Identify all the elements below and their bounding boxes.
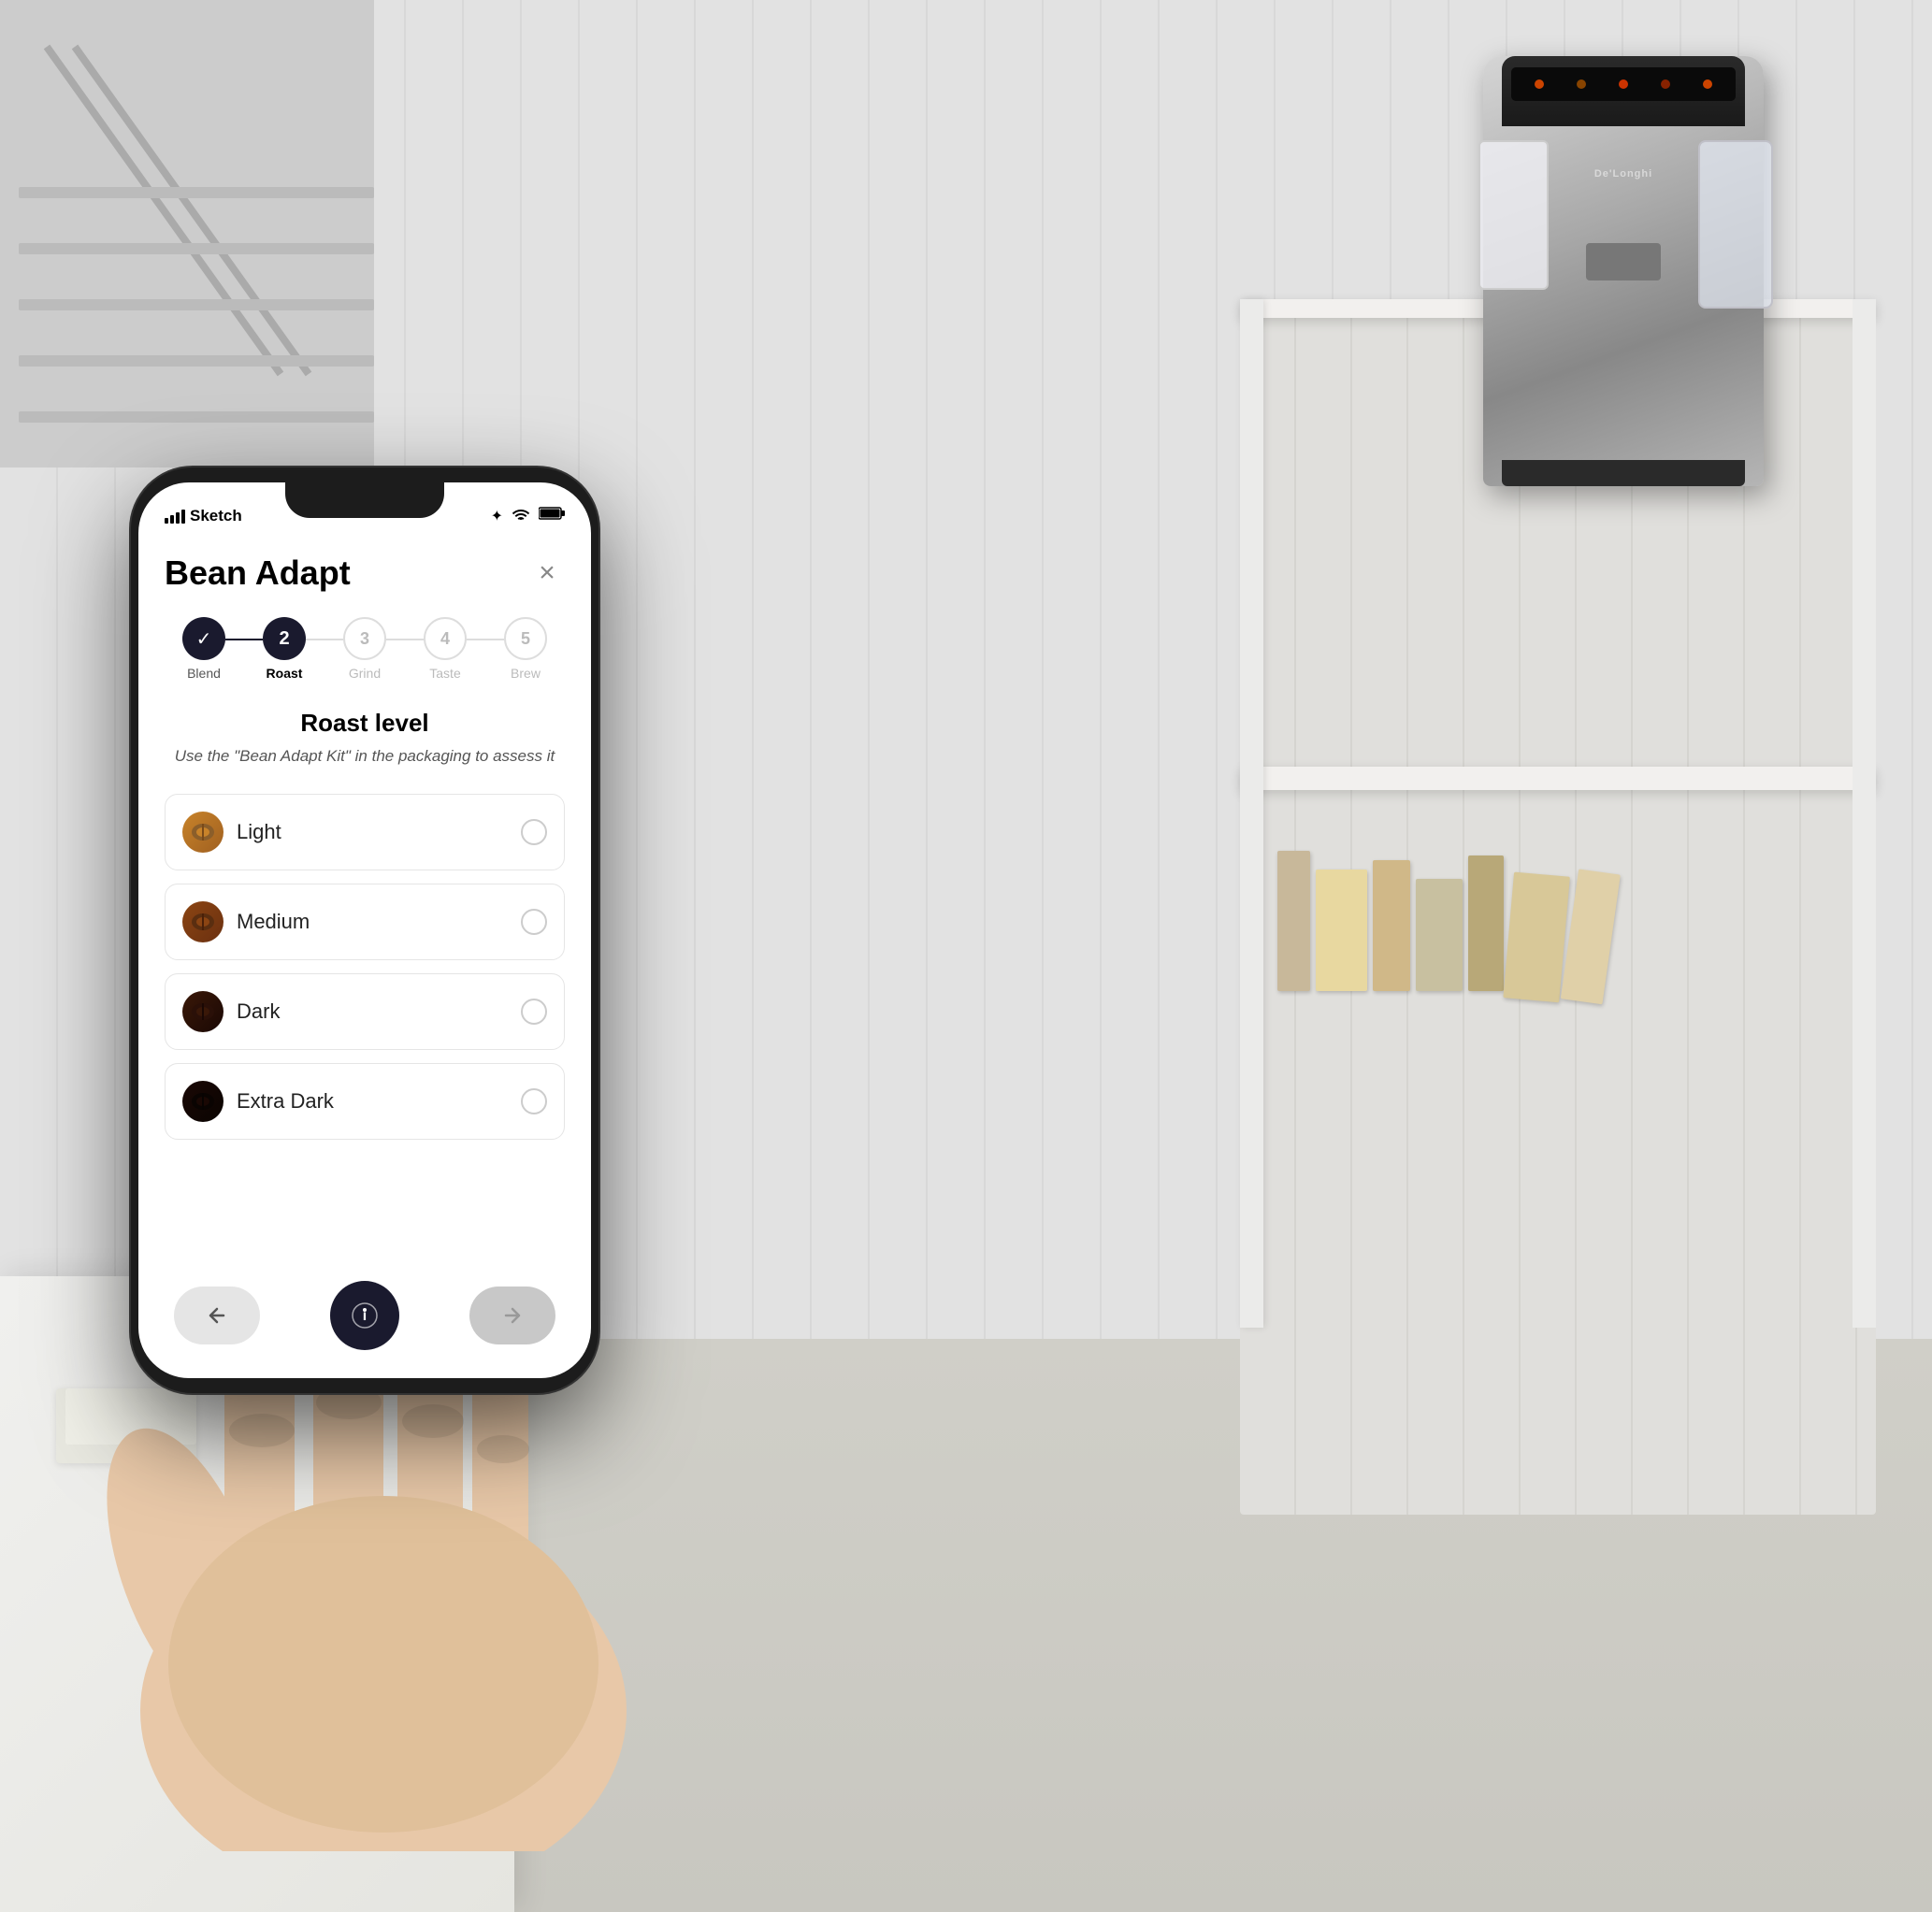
background-scene: De'Longhi <box>0 0 1932 1912</box>
step-label-blend: Blend <box>187 666 221 681</box>
step-number-taste: 4 <box>440 629 450 649</box>
status-right: ✦ <box>491 506 565 525</box>
roast-option-dark[interactable]: Dark <box>165 973 565 1050</box>
bottom-nav: i <box>138 1281 591 1350</box>
step-label-taste: Taste <box>429 666 460 681</box>
roast-option-left-light: Light <box>182 812 281 853</box>
step-label-brew: Brew <box>511 666 541 681</box>
radio-light[interactable] <box>521 819 547 845</box>
steps-container: ✓ Blend 2 Roast <box>165 617 565 681</box>
signal-bars <box>165 510 185 524</box>
step-check-icon: ✓ <box>196 627 212 651</box>
step-number-grind: 3 <box>360 629 369 649</box>
wifi-icon <box>511 506 531 525</box>
roast-icon-light <box>182 812 223 853</box>
step-blend: ✓ Blend <box>182 617 225 681</box>
roast-option-medium[interactable]: Medium <box>165 884 565 960</box>
coffee-machine: De'Longhi <box>1483 56 1764 486</box>
info-icon: i <box>352 1302 378 1329</box>
phone-frame: Sketch ✦ <box>131 467 598 1393</box>
app-content: Bean Adapt × ✓ Blend <box>138 533 591 1378</box>
roast-name-extra-dark: Extra Dark <box>237 1089 334 1114</box>
book <box>1277 851 1310 991</box>
bluetooth-icon: ✦ <box>491 507 503 525</box>
book <box>1561 869 1621 1004</box>
phone-screen: Sketch ✦ <box>138 482 591 1378</box>
step-circle-grind: 3 <box>343 617 386 660</box>
radio-dark[interactable] <box>521 999 547 1025</box>
step-circle-taste: 4 <box>424 617 467 660</box>
back-button[interactable] <box>174 1287 260 1344</box>
step-number-roast: 2 <box>279 628 289 650</box>
shelf-board-mid <box>1240 767 1876 790</box>
roast-option-left-dark: Dark <box>182 991 280 1032</box>
step-connector-3 <box>386 639 424 640</box>
radio-extra-dark[interactable] <box>521 1088 547 1114</box>
section-subtitle-container: Use the "Bean Adapt Kit" in the packagin… <box>165 745 565 768</box>
close-button[interactable]: × <box>529 555 565 591</box>
carrier-label: Sketch <box>190 507 242 525</box>
roast-option-left-medium: Medium <box>182 901 310 942</box>
book <box>1503 872 1570 1003</box>
app-header: Bean Adapt × <box>165 553 565 593</box>
hand-phone-container: Sketch ✦ <box>75 467 692 1851</box>
roast-name-dark: Dark <box>237 999 280 1024</box>
roast-name-light: Light <box>237 820 281 844</box>
app-title: Bean Adapt <box>165 553 351 593</box>
info-button[interactable]: i <box>330 1281 399 1350</box>
signal-bar-1 <box>165 518 168 524</box>
step-number-brew: 5 <box>521 629 530 649</box>
shelf-side-right <box>1853 299 1876 1328</box>
step-connector-2 <box>306 639 343 640</box>
step-brew: 5 Brew <box>504 617 547 681</box>
step-circle-brew: 5 <box>504 617 547 660</box>
step-circle-blend: ✓ <box>182 617 225 660</box>
section-title-container: Roast level <box>165 709 565 738</box>
step-grind: 3 Grind <box>343 617 386 681</box>
next-button[interactable] <box>469 1287 555 1344</box>
roast-option-left-extra-dark: Extra Dark <box>182 1081 334 1122</box>
shelf-side-left <box>1240 299 1263 1328</box>
book <box>1416 879 1463 991</box>
step-roast: 2 Roast <box>263 617 306 681</box>
roast-icon-medium <box>182 901 223 942</box>
battery-icon <box>539 507 565 525</box>
roast-option-light[interactable]: Light <box>165 794 565 870</box>
section-title: Roast level <box>300 709 428 737</box>
step-circle-roast: 2 <box>263 617 306 660</box>
signal-bar-3 <box>176 512 180 524</box>
signal-bar-2 <box>170 515 174 524</box>
phone-notch <box>285 482 444 518</box>
book <box>1373 860 1410 991</box>
book <box>1468 855 1504 991</box>
next-arrow-icon <box>501 1304 524 1327</box>
step-taste: 4 Taste <box>424 617 467 681</box>
back-arrow-icon <box>206 1304 228 1327</box>
radio-medium[interactable] <box>521 909 547 935</box>
signal-bar-4 <box>181 510 185 524</box>
step-label-grind: Grind <box>349 666 381 681</box>
roast-name-medium: Medium <box>237 910 310 934</box>
staircase <box>0 0 374 467</box>
books-area <box>1277 804 1613 991</box>
section-subtitle: Use the "Bean Adapt Kit" in the packagin… <box>175 747 555 765</box>
step-connector-1 <box>225 639 263 640</box>
roast-option-extra-dark[interactable]: Extra Dark <box>165 1063 565 1140</box>
status-left: Sketch <box>165 507 242 525</box>
book <box>1316 870 1367 991</box>
step-connector-4 <box>467 639 504 640</box>
step-label-roast: Roast <box>267 666 303 681</box>
roast-icon-dark <box>182 991 223 1032</box>
roast-icon-extra-dark <box>182 1081 223 1122</box>
